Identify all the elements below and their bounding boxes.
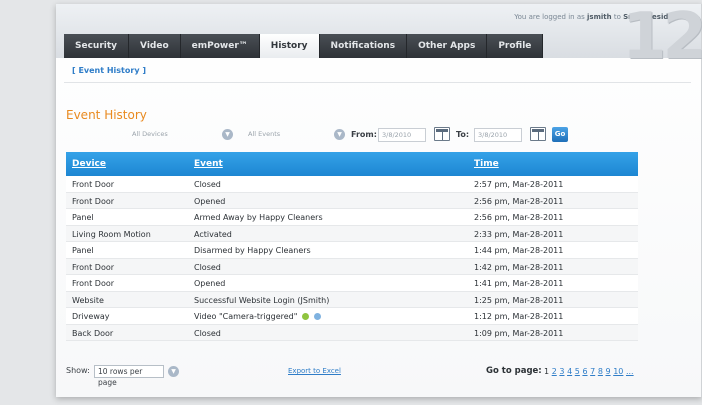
cell-device: Living Room Motion — [72, 229, 151, 239]
show-label: Show: — [66, 366, 90, 375]
nav-tab-history[interactable]: History — [259, 34, 320, 58]
cell-time: 2:57 pm, Mar-28-2011 — [474, 180, 564, 189]
nav-tab-notifications[interactable]: Notifications — [319, 34, 408, 58]
table-row: Panel Armed Away by Happy Cleaners 2:56 … — [66, 209, 638, 226]
main-nav: Security Video emPower™ History Notifica… — [64, 34, 544, 58]
rows-per-page-select[interactable]: 10 rows per page — [94, 365, 164, 387]
cell-event: Armed Away by Happy Cleaners — [194, 213, 323, 222]
go-button[interactable]: Go — [552, 127, 568, 142]
chevron-down-icon[interactable]: ▼ — [334, 129, 345, 140]
from-date-input[interactable]: 3/8/2010 — [378, 128, 426, 142]
cell-time: 1:44 pm, Mar-28-2011 — [474, 246, 564, 255]
cell-device: Driveway — [72, 312, 110, 321]
column-header-time[interactable]: Time — [474, 159, 499, 169]
calendar-icon[interactable] — [434, 127, 450, 141]
page-link[interactable]: 7 — [590, 367, 595, 376]
device-filter-value: All Devices — [132, 130, 168, 138]
export-to-excel-link[interactable]: Export to Excel — [288, 367, 341, 375]
to-date-input[interactable]: 3/8/2010 — [474, 128, 522, 142]
nav-tab-security[interactable]: Security — [64, 34, 130, 58]
cell-event: Successful Website Login (JSmith) — [194, 295, 330, 305]
chevron-down-icon[interactable]: ▼ — [168, 366, 179, 377]
page-link[interactable]: 2 — [552, 367, 557, 376]
cell-time: 1:09 pm, Mar-28-2011 — [474, 328, 564, 338]
page-link[interactable]: 3 — [559, 367, 564, 376]
login-mid: to — [613, 13, 621, 21]
play-icon[interactable] — [301, 313, 309, 320]
page-link[interactable]: 9 — [606, 367, 611, 376]
cell-device: Back Door — [72, 328, 114, 338]
table-row: Front Door Opened 1:41 pm, Mar-28-2011 — [66, 275, 638, 292]
table-row: Living Room Motion Activated 2:33 pm, Ma… — [66, 225, 638, 242]
cell-time: 2:56 pm, Mar-28-2011 — [474, 213, 564, 222]
breadcrumb[interactable]: [ Event History ] — [72, 66, 146, 75]
cell-event-text: Video "Camera-triggered" — [194, 312, 298, 321]
cell-time: 1:12 pm, Mar-28-2011 — [474, 312, 564, 321]
event-filter-value: All Events — [248, 130, 281, 138]
top-bar: You are logged in as jsmith to Smith res… — [56, 0, 702, 74]
nav-tab-profile[interactable]: Profile — [487, 34, 544, 58]
nav-tab-other-apps[interactable]: Other Apps — [407, 34, 488, 58]
page-link[interactable]: 1 — [544, 367, 549, 376]
login-prefix: You are logged in as — [514, 13, 585, 21]
nav-tab-video[interactable]: Video — [129, 34, 181, 58]
cell-device: Panel — [72, 213, 94, 222]
cell-event: Video "Camera-triggered" — [194, 312, 321, 321]
table-header: Device Event Time — [66, 152, 638, 176]
go-to-page-label: Go to page: — [486, 366, 542, 376]
table-row: Panel Disarmed by Happy Cleaners 1:44 pm… — [66, 242, 638, 259]
to-label: To: — [456, 130, 470, 139]
table-row: Front Door Closed 2:57 pm, Mar-28-2011 — [66, 176, 638, 193]
cell-event: Closed — [194, 328, 221, 338]
cell-time: 2:56 pm, Mar-28-2011 — [474, 196, 564, 206]
event-filter-select[interactable]: All Events — [234, 128, 334, 142]
filter-bar: All Devices ▼ All Events ▼ From: 3/8/201… — [56, 126, 701, 146]
cell-event: Activated — [194, 229, 232, 239]
step-badge: 12 — [621, 0, 702, 74]
event-history-table: Device Event Time Front Door Closed 2:57… — [66, 152, 638, 341]
cell-time: 2:33 pm, Mar-28-2011 — [474, 229, 564, 239]
cell-event: Opened — [194, 196, 226, 206]
table-footer: Show: 10 rows per page ▼ Export to Excel… — [66, 365, 638, 387]
page-link[interactable]: 10 — [613, 367, 623, 376]
divider — [64, 82, 691, 83]
cell-event: Disarmed by Happy Cleaners — [194, 246, 311, 255]
page-link[interactable]: 6 — [582, 367, 587, 376]
cell-time: 1:41 pm, Mar-28-2011 — [474, 279, 564, 288]
cell-device: Website — [72, 295, 104, 305]
pagination: 1 2 3 4 5 6 7 8 9 10 ... — [544, 367, 634, 376]
chevron-down-icon[interactable]: ▼ — [222, 129, 233, 140]
from-label: From: — [351, 130, 377, 139]
app-frame: You are logged in as jsmith to Smith res… — [56, 0, 702, 397]
calendar-icon[interactable] — [530, 127, 546, 141]
cell-device: Front Door — [72, 279, 115, 288]
device-filter-select[interactable]: All Devices — [118, 128, 210, 142]
cell-time: 1:25 pm, Mar-28-2011 — [474, 295, 564, 305]
table-row: Front Door Closed 1:42 pm, Mar-28-2011 — [66, 258, 638, 275]
cell-device: Panel — [72, 246, 94, 255]
page-link[interactable]: 4 — [567, 367, 572, 376]
cell-device: Front Door — [72, 180, 115, 189]
table-row: Driveway Video "Camera-triggered" 1:12 p… — [66, 308, 638, 325]
page-link-more[interactable]: ... — [626, 367, 634, 376]
table-row: Back Door Closed 1:09 pm, Mar-28-2011 — [66, 324, 638, 341]
table-row: Front Door Opened 2:56 pm, Mar-28-2011 — [66, 192, 638, 209]
cell-event: Opened — [194, 279, 226, 288]
info-icon[interactable] — [313, 313, 321, 320]
cell-event: Closed — [194, 180, 221, 189]
page-link[interactable]: 5 — [575, 367, 580, 376]
page-title: Event History — [66, 108, 147, 122]
cell-event: Closed — [194, 262, 221, 272]
page-link[interactable]: 8 — [598, 367, 603, 376]
column-header-device[interactable]: Device — [72, 159, 106, 169]
column-header-event[interactable]: Event — [194, 159, 223, 169]
cell-time: 1:42 pm, Mar-28-2011 — [474, 262, 564, 272]
cell-device: Front Door — [72, 196, 115, 206]
table-row: Website Successful Website Login (JSmith… — [66, 291, 638, 308]
nav-tab-empower[interactable]: emPower™ — [180, 34, 260, 58]
login-username[interactable]: jsmith — [587, 13, 612, 21]
cell-device: Front Door — [72, 262, 115, 272]
